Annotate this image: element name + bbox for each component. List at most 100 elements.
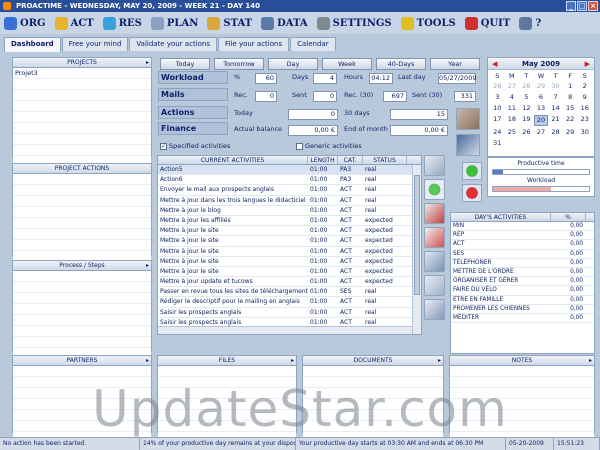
table-row[interactable]: Rédiger le descriptif pour le mailing en…: [158, 297, 421, 308]
calendar-day[interactable]: 17: [490, 115, 505, 126]
list-item[interactable]: MIN 0,00: [451, 222, 594, 232]
calendar-day[interactable]: 27: [534, 128, 549, 137]
table-row[interactable]: Mettre à jour le site 01:00 ACT expected: [158, 247, 421, 257]
pen-icon[interactable]: [424, 155, 445, 176]
calendar-day[interactable]: 15: [563, 104, 578, 113]
calendar-day[interactable]: 1: [563, 82, 578, 91]
menu-data[interactable]: DATA: [261, 16, 308, 30]
list-item[interactable]: METTRE DE L'ORDRE 0,00: [451, 268, 594, 278]
col-cat[interactable]: CAT.: [338, 156, 363, 164]
list-item[interactable]: MÉDITER 0,00: [451, 314, 594, 324]
calendar-day[interactable]: 16: [577, 104, 592, 113]
menu-stat[interactable]: STAT: [207, 16, 252, 30]
calendar-day[interactable]: 20: [533, 115, 549, 126]
expand-arrow-icon[interactable]: ▸: [146, 356, 149, 366]
table-row[interactable]: Action6 01:00 PA3 real: [158, 175, 421, 186]
tab-validate-your-actions[interactable]: Validate your actions: [129, 37, 217, 51]
checkbox-checked-icon[interactable]: ✓: [160, 142, 167, 150]
menu-tools[interactable]: TOOLS: [400, 16, 456, 30]
scroll-thumb[interactable]: [414, 175, 420, 295]
expand-arrow-icon[interactable]: ▸: [146, 261, 149, 271]
today-button[interactable]: Today: [160, 58, 210, 70]
table-row[interactable]: Mettre à jour dans les trois langues le …: [158, 196, 421, 206]
scissors-icon[interactable]: [424, 203, 445, 224]
calendar-day[interactable]: 12: [519, 104, 534, 113]
menu-act[interactable]: ACT: [54, 16, 94, 30]
calendar-day[interactable]: 26: [519, 128, 534, 137]
table-row[interactable]: Mettre à jour les affiliés 01:00 ACT expect…: [158, 216, 421, 227]
table-row[interactable]: Mettre à jour le site 01:00 ACT expected: [158, 267, 421, 278]
horizontal-scrollbar[interactable]: [158, 326, 412, 334]
stop-icon[interactable]: [462, 184, 482, 202]
minimize-button[interactable]: _: [566, 1, 576, 11]
prev-month-icon[interactable]: ◀: [492, 58, 497, 70]
menu-quit[interactable]: QUIT: [464, 16, 510, 30]
table-row[interactable]: Passer en revue tous les sites de téléch…: [158, 287, 421, 298]
calendar-day[interactable]: 3: [490, 93, 505, 102]
expand-arrow-icon[interactable]: ▸: [438, 356, 441, 366]
table-row[interactable]: Mettre à jour le site 01:00 ACT expected: [158, 236, 421, 247]
menu-plan[interactable]: PLAN: [150, 16, 198, 30]
calendar-day[interactable]: 7: [548, 93, 563, 102]
list-item[interactable]: ETRE EN FAMILLE 0,00: [451, 296, 594, 305]
tab-free-your-mind[interactable]: Free your mind: [61, 37, 129, 51]
specified-activities-checkbox[interactable]: ✓ Specified activities: [160, 142, 230, 150]
power-on-icon[interactable]: [424, 179, 445, 200]
calendar-day[interactable]: 21: [548, 115, 563, 126]
calendar-day[interactable]: 10: [490, 104, 505, 113]
document-icon[interactable]: [424, 227, 445, 248]
clipboard-icon[interactable]: [424, 275, 445, 296]
finance-image-icon[interactable]: [456, 108, 480, 130]
calendar-day[interactable]: 27: [505, 82, 520, 91]
list-item[interactable]: FAIRE DU VÉLO 0,00: [451, 286, 594, 296]
calendar-day[interactable]: 25: [505, 128, 520, 137]
maximize-button[interactable]: □: [577, 1, 587, 11]
menu-res[interactable]: RES: [102, 16, 142, 30]
col-status[interactable]: STATUS: [363, 156, 407, 164]
tab-file-your-actions[interactable]: File your actions: [218, 37, 290, 51]
table-row[interactable]: Envoyer le mail aux prospects anglais 01:…: [158, 185, 421, 196]
calendar-day[interactable]: 19: [519, 115, 534, 126]
table-row[interactable]: Action5 01:00 PA3 real: [158, 165, 421, 176]
menu-org[interactable]: ORG: [4, 16, 46, 30]
calendar-day[interactable]: 28: [548, 128, 563, 137]
calendar-day[interactable]: 30: [548, 82, 563, 91]
col-length[interactable]: LENGTH: [308, 156, 338, 164]
table-row[interactable]: Mettre à jour le blog 01:00 ACT real: [158, 206, 421, 216]
calendar-day[interactable]: 14: [548, 104, 563, 113]
40-days-button[interactable]: 40-Days: [376, 58, 426, 70]
calendar-day[interactable]: 18: [505, 115, 520, 126]
close-button[interactable]: ×: [588, 1, 598, 11]
day-button[interactable]: Day: [268, 58, 318, 70]
table-row[interactable]: Mettre à jour le site 01:00 ACT expected: [158, 257, 421, 267]
tab-dashboard[interactable]: Dashboard: [4, 37, 61, 52]
list-item[interactable]: TÉLÉPHONER 0,00: [451, 259, 594, 268]
list-item[interactable]: REP 0,00: [451, 231, 594, 241]
calendar-day[interactable]: 23: [577, 115, 592, 126]
handshake-icon[interactable]: [456, 134, 480, 156]
menu-help[interactable]: ?: [519, 16, 541, 30]
table-row[interactable]: Mettre à jour update et tucows 01:00 ACT ex…: [158, 277, 421, 288]
list-item[interactable]: PROMENER LES CHIENNES 0,00: [451, 305, 594, 314]
calendar-day[interactable]: 11: [505, 104, 520, 113]
edit-icon[interactable]: [424, 299, 445, 320]
calendar-day[interactable]: 24: [490, 128, 505, 137]
tomorrow-button[interactable]: Tomorrow: [214, 58, 264, 70]
checkbox-icon[interactable]: [296, 142, 303, 150]
calendar-day[interactable]: 5: [519, 93, 534, 102]
start-icon[interactable]: [462, 162, 482, 180]
week-button[interactable]: Week: [322, 58, 372, 70]
calendar-day[interactable]: 13: [534, 104, 549, 113]
calendar-day[interactable]: 2: [577, 82, 592, 91]
expand-arrow-icon[interactable]: ▸: [146, 58, 149, 68]
year-button[interactable]: Year: [430, 58, 480, 70]
calendar-day[interactable]: 29: [534, 82, 549, 91]
vertical-scrollbar[interactable]: [412, 165, 421, 334]
calendar-day[interactable]: 22: [563, 115, 578, 126]
calendar-day[interactable]: 29: [563, 128, 578, 137]
col-activity[interactable]: CURRENT ACTIVITIES: [158, 156, 308, 164]
next-month-icon[interactable]: ▶: [585, 58, 590, 70]
folder-icon[interactable]: [424, 251, 445, 272]
list-item[interactable]: ORGANISER ET GÉRER 0,00: [451, 277, 594, 287]
list-item[interactable]: SES 0,00: [451, 250, 594, 259]
